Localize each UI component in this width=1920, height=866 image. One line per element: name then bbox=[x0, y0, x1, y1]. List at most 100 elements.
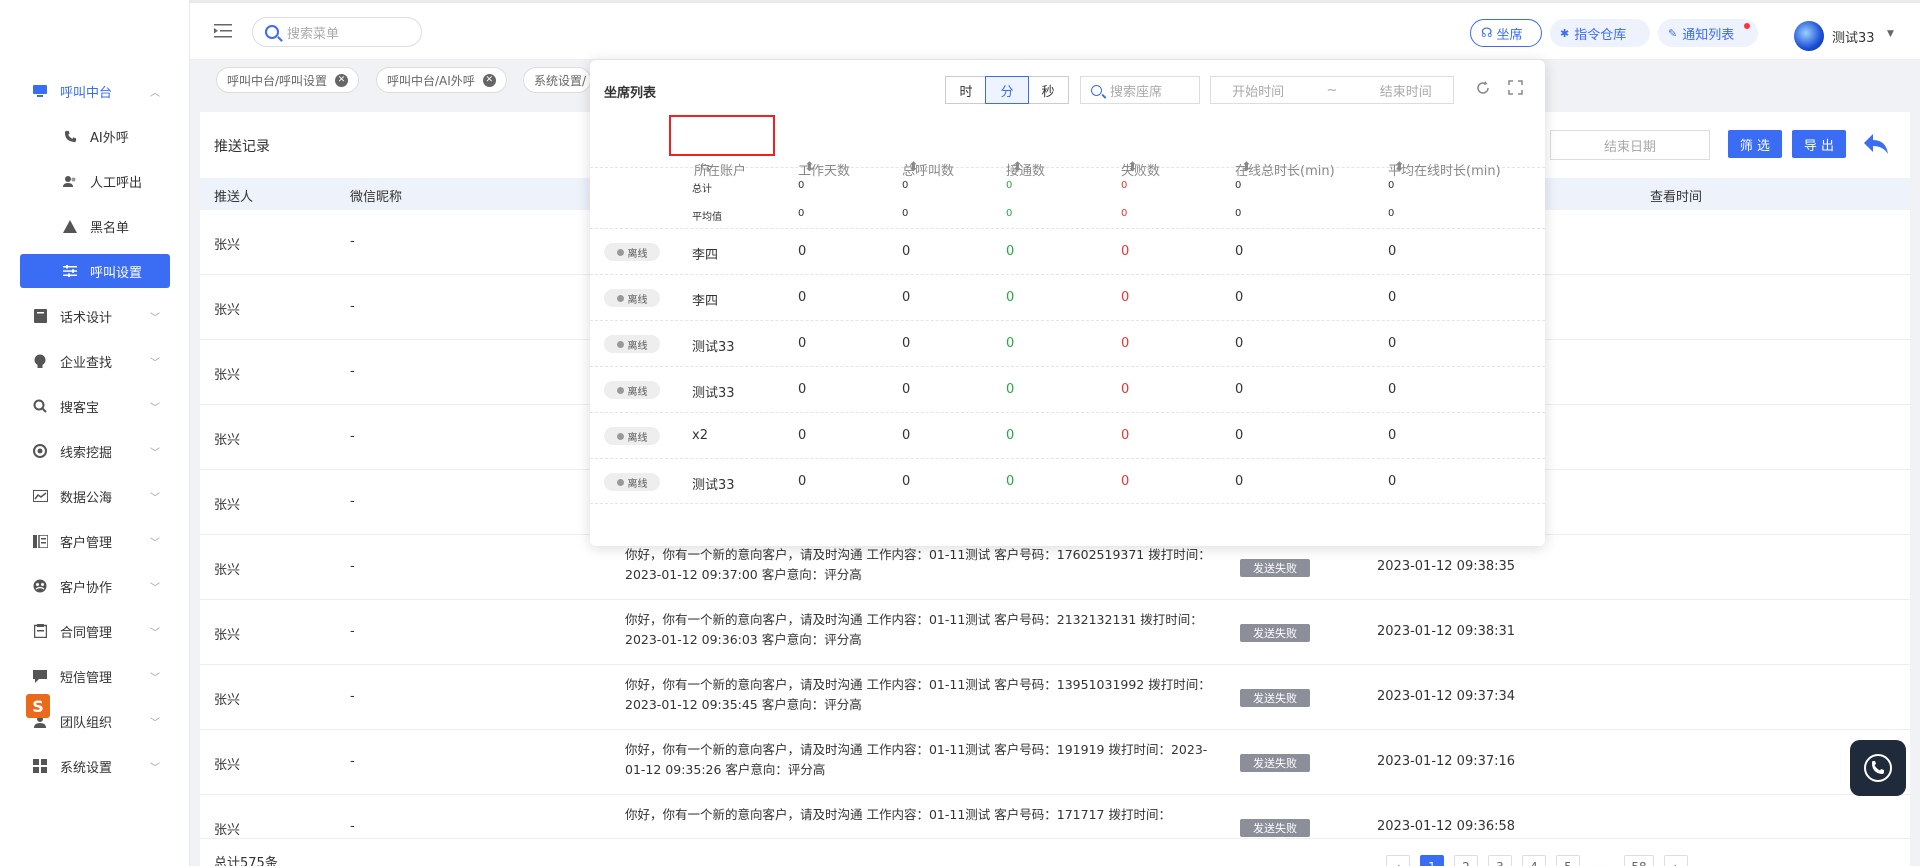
unit-second-button[interactable]: 秒 bbox=[1027, 76, 1069, 104]
cell-account: x2 bbox=[692, 428, 708, 443]
page-3[interactable]: 3 bbox=[1488, 855, 1512, 866]
sidebar-item-label: 客户管理 bbox=[60, 535, 113, 551]
cell-connected: 0 bbox=[1006, 382, 1015, 397]
summary-cell: 0 bbox=[1388, 208, 1395, 219]
cell-work-days: 0 bbox=[798, 382, 807, 397]
notice-list-button[interactable]: ✎ 通知列表 bbox=[1658, 19, 1758, 47]
summary-cell: 0 bbox=[902, 208, 909, 219]
page-5[interactable]: 5 bbox=[1556, 855, 1580, 866]
seat-row: 离线 测试33 0 0 0 0 0 0 bbox=[590, 366, 1545, 412]
sidebar-item-label: 短信管理 bbox=[60, 670, 113, 686]
fullscreen-icon[interactable] bbox=[1508, 80, 1526, 98]
command-repo-button[interactable]: ✱ 指令仓库 bbox=[1550, 19, 1650, 47]
sms-icon bbox=[32, 668, 48, 684]
cell-work-days: 0 bbox=[798, 428, 807, 443]
cell-online-avg: 0 bbox=[1388, 290, 1397, 305]
table-row: 张兴 - 你好，你有一个新的意向客户，请及时沟通 工作内容：01-11测试 客户… bbox=[200, 600, 1910, 665]
sidebar-item-call-settings[interactable]: 呼叫设置 bbox=[20, 254, 170, 288]
pin-icon: ✱ bbox=[1560, 26, 1570, 40]
chevron-up-icon: ︿ bbox=[150, 87, 160, 99]
sidebar-item-lead-mining[interactable]: 线索挖掘 ﹀ bbox=[20, 434, 170, 468]
menu-search-input[interactable]: 搜索菜单 bbox=[252, 17, 422, 47]
offline-badge: 离线 bbox=[604, 427, 660, 445]
unit-hour-button[interactable]: 时 bbox=[945, 76, 987, 104]
table-row: 张兴 - 你好，你有一个新的意向客户，请及时沟通 工作内容：01-11测试 客户… bbox=[200, 795, 1910, 839]
sidebar-item-system-settings[interactable]: 系统设置 ﹀ bbox=[20, 749, 170, 783]
col-view-time: 查看时间 bbox=[1650, 190, 1703, 205]
summary-cell: 0 bbox=[1121, 208, 1128, 219]
sidebar-item-manual-call[interactable]: 人工呼出 bbox=[20, 164, 170, 198]
customer-icon bbox=[32, 533, 48, 549]
cell-total-calls: 0 bbox=[902, 382, 911, 397]
cell-wechat: - bbox=[350, 624, 355, 639]
sidebar-item-call-center[interactable]: 呼叫中台 ︿ bbox=[20, 74, 170, 108]
prev-page-button[interactable]: ‹ bbox=[1386, 855, 1410, 866]
search-icon bbox=[32, 398, 48, 414]
end-date-input[interactable]: 结束日期 bbox=[1550, 130, 1710, 160]
next-page-button[interactable]: › bbox=[1664, 855, 1688, 866]
cell-message: 你好，你有一个新的意向客户，请及时沟通 工作内容：01-11测试 客户号码：13… bbox=[625, 677, 1211, 712]
unit-minute-button[interactable]: 分 bbox=[985, 76, 1029, 104]
avatar[interactable] bbox=[1794, 21, 1824, 51]
time-range-picker[interactable]: 开始时间 ~ 结束时间 bbox=[1210, 76, 1454, 104]
status-badge: 发送失败 bbox=[1240, 559, 1310, 577]
unread-dot bbox=[1744, 23, 1750, 29]
cell-message: 你好，你有一个新的意向客户，请及时沟通 工作内容：01-11测试 客户号码：17… bbox=[625, 807, 1171, 822]
seat-search-input[interactable]: 搜索座席 bbox=[1080, 76, 1200, 104]
sidebar-item-blacklist[interactable]: 黑名单 bbox=[20, 209, 170, 243]
summary-cell: 0 bbox=[798, 180, 805, 191]
collab-icon bbox=[32, 578, 48, 594]
seat-button[interactable]: ☊ 坐席 bbox=[1470, 19, 1542, 47]
table-row: 张兴 - 你好，你有一个新的意向客户，请及时沟通 工作内容：01-11测试 客户… bbox=[200, 665, 1910, 730]
sidebar-item-label: 系统设置 bbox=[60, 760, 113, 776]
page-1[interactable]: 1 bbox=[1420, 855, 1444, 866]
edit-icon: ✎ bbox=[1668, 26, 1678, 40]
sidebar-item-soukebao[interactable]: 搜客宝 ﹀ bbox=[20, 389, 170, 423]
cell-time: 2023-01-12 09:37:16 bbox=[1377, 754, 1516, 769]
page-ellipsis[interactable]: ··· bbox=[1590, 855, 1614, 866]
filter-button[interactable]: 筛 选 bbox=[1728, 130, 1782, 158]
close-icon[interactable]: ✕ bbox=[482, 73, 496, 87]
page-2[interactable]: 2 bbox=[1454, 855, 1478, 866]
sidebar-item-contract-mgmt[interactable]: 合同管理 ﹀ bbox=[20, 614, 170, 648]
book-icon bbox=[32, 308, 48, 324]
sidebar-item-data-pool[interactable]: 数据公海 ﹀ bbox=[20, 479, 170, 513]
tag-ai-call[interactable]: 呼叫中台/AI外呼 ✕ bbox=[376, 67, 507, 93]
user-name[interactable]: 测试33 bbox=[1832, 27, 1875, 46]
sidebar-item-sms-mgmt[interactable]: 短信管理 ﹀ bbox=[20, 659, 170, 693]
page-58[interactable]: 58 bbox=[1624, 855, 1654, 866]
cell-failed: 0 bbox=[1121, 244, 1130, 259]
sidebar-item-customer-collab[interactable]: 客户协作 ﹀ bbox=[20, 569, 170, 603]
sidebar-item-label: 客户协作 bbox=[60, 580, 113, 596]
seat-list-popup: 坐席列表 时 分 秒 搜索座席 开始时间 ~ 结束时间 所在账户 ⇆ 工作天数 ⬍ … bbox=[590, 60, 1545, 546]
refresh-icon[interactable] bbox=[1475, 80, 1493, 98]
sidebar-item-customer-mgmt[interactable]: 客户管理 ﹀ bbox=[20, 524, 170, 558]
cell-failed: 0 bbox=[1121, 336, 1130, 351]
page-title: 推送记录 bbox=[214, 139, 270, 155]
s-logo-icon[interactable]: S bbox=[26, 694, 50, 718]
caret-down-icon[interactable]: ▼ bbox=[1887, 29, 1894, 39]
tag-call-settings[interactable]: 呼叫中台/呼叫设置 ✕ bbox=[216, 67, 360, 93]
page-4[interactable]: 4 bbox=[1522, 855, 1546, 866]
col-sender: 推送人 bbox=[214, 190, 254, 205]
status-badge: 发送失败 bbox=[1240, 819, 1310, 837]
cell-sender: 张兴 bbox=[214, 693, 241, 708]
sidebar-item-company-search[interactable]: 企业查找 ﹀ bbox=[20, 344, 170, 378]
phone-widget-icon[interactable] bbox=[1850, 740, 1906, 796]
sidebar-item-ai-call[interactable]: AI外呼 bbox=[20, 119, 170, 153]
sidebar-item-script-design[interactable]: 话术设计 ﹀ bbox=[20, 299, 170, 333]
chevron-down-icon: ﹀ bbox=[150, 762, 160, 774]
tag-system-settings[interactable]: 系统设置/ bbox=[523, 67, 592, 93]
back-icon[interactable] bbox=[1863, 132, 1891, 158]
cell-total-calls: 0 bbox=[902, 474, 911, 489]
cell-time: 2023-01-12 09:37:34 bbox=[1377, 689, 1516, 704]
cell-online-avg: 0 bbox=[1388, 382, 1397, 397]
sidebar-item-label: 团队组织 bbox=[60, 715, 113, 731]
cell-sender: 张兴 bbox=[214, 238, 241, 253]
cell-work-days: 0 bbox=[798, 336, 807, 351]
close-icon[interactable]: ✕ bbox=[335, 73, 349, 87]
collapse-menu-icon[interactable] bbox=[214, 23, 232, 39]
export-button[interactable]: 导 出 bbox=[1792, 130, 1846, 158]
summary-cell: 0 bbox=[1235, 180, 1242, 191]
start-time-placeholder: 开始时间 bbox=[1232, 84, 1285, 100]
